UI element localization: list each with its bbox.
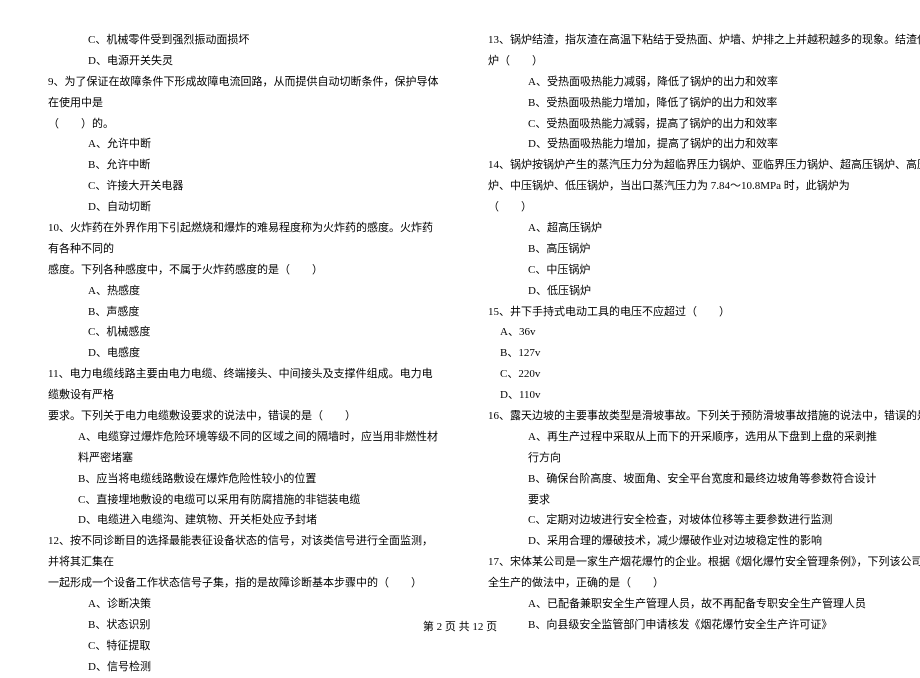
- q16-option-d: D、采用合理的爆破技术，减少爆破作业对边坡稳定性的影响: [480, 531, 880, 552]
- q13-option-b: B、受热面吸热能力增加，降低了锅炉的出力和效率: [480, 93, 880, 114]
- q12-stem-line1: 12、按不同诊断目的选择最能表征设备状态的信号，对该类信号进行全面监测，并将其汇…: [40, 531, 440, 573]
- q11-option-c: C、直接埋地敷设的电缆可以采用有防腐措施的非铠装电缆: [40, 490, 440, 511]
- q10-option-d: D、电感度: [40, 343, 440, 364]
- q12-option-c: C、特征提取: [40, 636, 440, 657]
- q11-option-d: D、电缆进入电缆沟、建筑物、开关柜处应予封堵: [40, 510, 440, 531]
- q11-stem-line2: 要求。下列关于电力电缆敷设要求的说法中，错误的是（ ）: [40, 406, 440, 427]
- q15-option-c: C、220v: [480, 364, 880, 385]
- q16-stem: 16、露天边坡的主要事故类型是滑坡事故。下列关于预防滑坡事故措施的说法中，错误的…: [480, 406, 880, 427]
- q17-stem-line2: 全生产的做法中，正确的是（ ）: [480, 573, 880, 594]
- q10-stem-line2: 感度。下列各种感度中，不属于火炸药感度的是（ ）: [40, 260, 440, 281]
- q8-option-d: D、电源开关失灵: [40, 51, 440, 72]
- q9-option-b: B、允许中断: [40, 155, 440, 176]
- q9-option-a: A、允许中断: [40, 134, 440, 155]
- q15-stem: 15、井下手持式电动工具的电压不应超过（ ）: [480, 302, 880, 323]
- q15-option-a: A、36v: [480, 322, 880, 343]
- q14-option-a: A、超高压锅炉: [480, 218, 880, 239]
- q11-option-b: B、应当将电缆线路敷设在爆炸危险性较小的位置: [40, 469, 440, 490]
- q13-stem-line2: 炉（ ）: [480, 51, 880, 72]
- q15-option-d: D、110v: [480, 385, 880, 406]
- q13-stem-line1: 13、锅炉结渣，指灰渣在高温下粘结于受热面、炉墙、炉排之上并越积越多的现象。结渣…: [480, 30, 880, 51]
- q15-option-b: B、127v: [480, 343, 880, 364]
- q13-option-a: A、受热面吸热能力减弱，降低了锅炉的出力和效率: [480, 72, 880, 93]
- q9-stem-line1: 9、为了保证在故障条件下形成故障电流回路，从而提供自动切断条件，保护导体在使用中…: [40, 72, 440, 114]
- q12-option-a: A、诊断决策: [40, 594, 440, 615]
- q14-stem-line2: 炉、中压锅炉、低压锅炉，当出口蒸汽压力为 7.84～10.8MPa 时，此锅炉为…: [480, 176, 880, 218]
- q9-stem-line2: （ ）的。: [40, 114, 440, 135]
- q13-option-d: D、受热面吸热能力增加，提高了锅炉的出力和效率: [480, 134, 880, 155]
- q9-option-c: C、许接大开关电器: [40, 176, 440, 197]
- q14-option-c: C、中压锅炉: [480, 260, 880, 281]
- q10-option-c: C、机械感度: [40, 322, 440, 343]
- q16-option-c: C、定期对边坡进行安全检查，对坡体位移等主要参数进行监测: [480, 510, 880, 531]
- q16-option-b: B、确保台阶高度、坡面角、安全平台宽度和最终边坡角等参数符合设计要求: [480, 469, 880, 511]
- page-footer: 第 2 页 共 12 页: [0, 617, 920, 638]
- q14-stem-line1: 14、锅炉按锅炉产生的蒸汽压力分为超临界压力锅炉、亚临界压力锅炉、超高压锅炉、高…: [480, 155, 880, 176]
- q17-option-a: A、已配备兼职安全生产管理人员，故不再配备专职安全生产管理人员: [480, 594, 880, 615]
- q14-option-b: B、高压锅炉: [480, 239, 880, 260]
- q17-stem-line1: 17、宋体某公司是一家生产烟花爆竹的企业。根据《烟化爆竹安全管理条例》，下列该公…: [480, 552, 880, 573]
- q10-option-a: A、热感度: [40, 281, 440, 302]
- q10-stem-line1: 10、火炸药在外界作用下引起燃烧和爆炸的难易程度称为火炸药的感度。火炸药有各种不…: [40, 218, 440, 260]
- q13-option-c: C、受热面吸热能力减弱，提高了锅炉的出力和效率: [480, 114, 880, 135]
- q9-option-d: D、自动切断: [40, 197, 440, 218]
- q14-option-d: D、低压锅炉: [480, 281, 880, 302]
- q11-stem-line1: 11、电力电缆线路主要由电力电缆、终端接头、中间接头及支撑件组成。电力电缆敷设有…: [40, 364, 440, 406]
- q11-option-a: A、电缆穿过爆炸危险环境等级不同的区域之间的隔墙时，应当用非燃性材料严密堵塞: [40, 427, 440, 469]
- q12-option-d: D、信号检测: [40, 657, 440, 678]
- q8-option-c: C、机械零件受到强烈振动面损坏: [40, 30, 440, 51]
- q16-option-a: A、再生产过程中采取从上而下的开采顺序，选用从下盘到上盘的采剥推行方向: [480, 427, 880, 469]
- q10-option-b: B、声感度: [40, 302, 440, 323]
- q12-stem-line2: 一起形成一个设备工作状态信号子集，指的是故障诊断基本步骤中的（ ）: [40, 573, 440, 594]
